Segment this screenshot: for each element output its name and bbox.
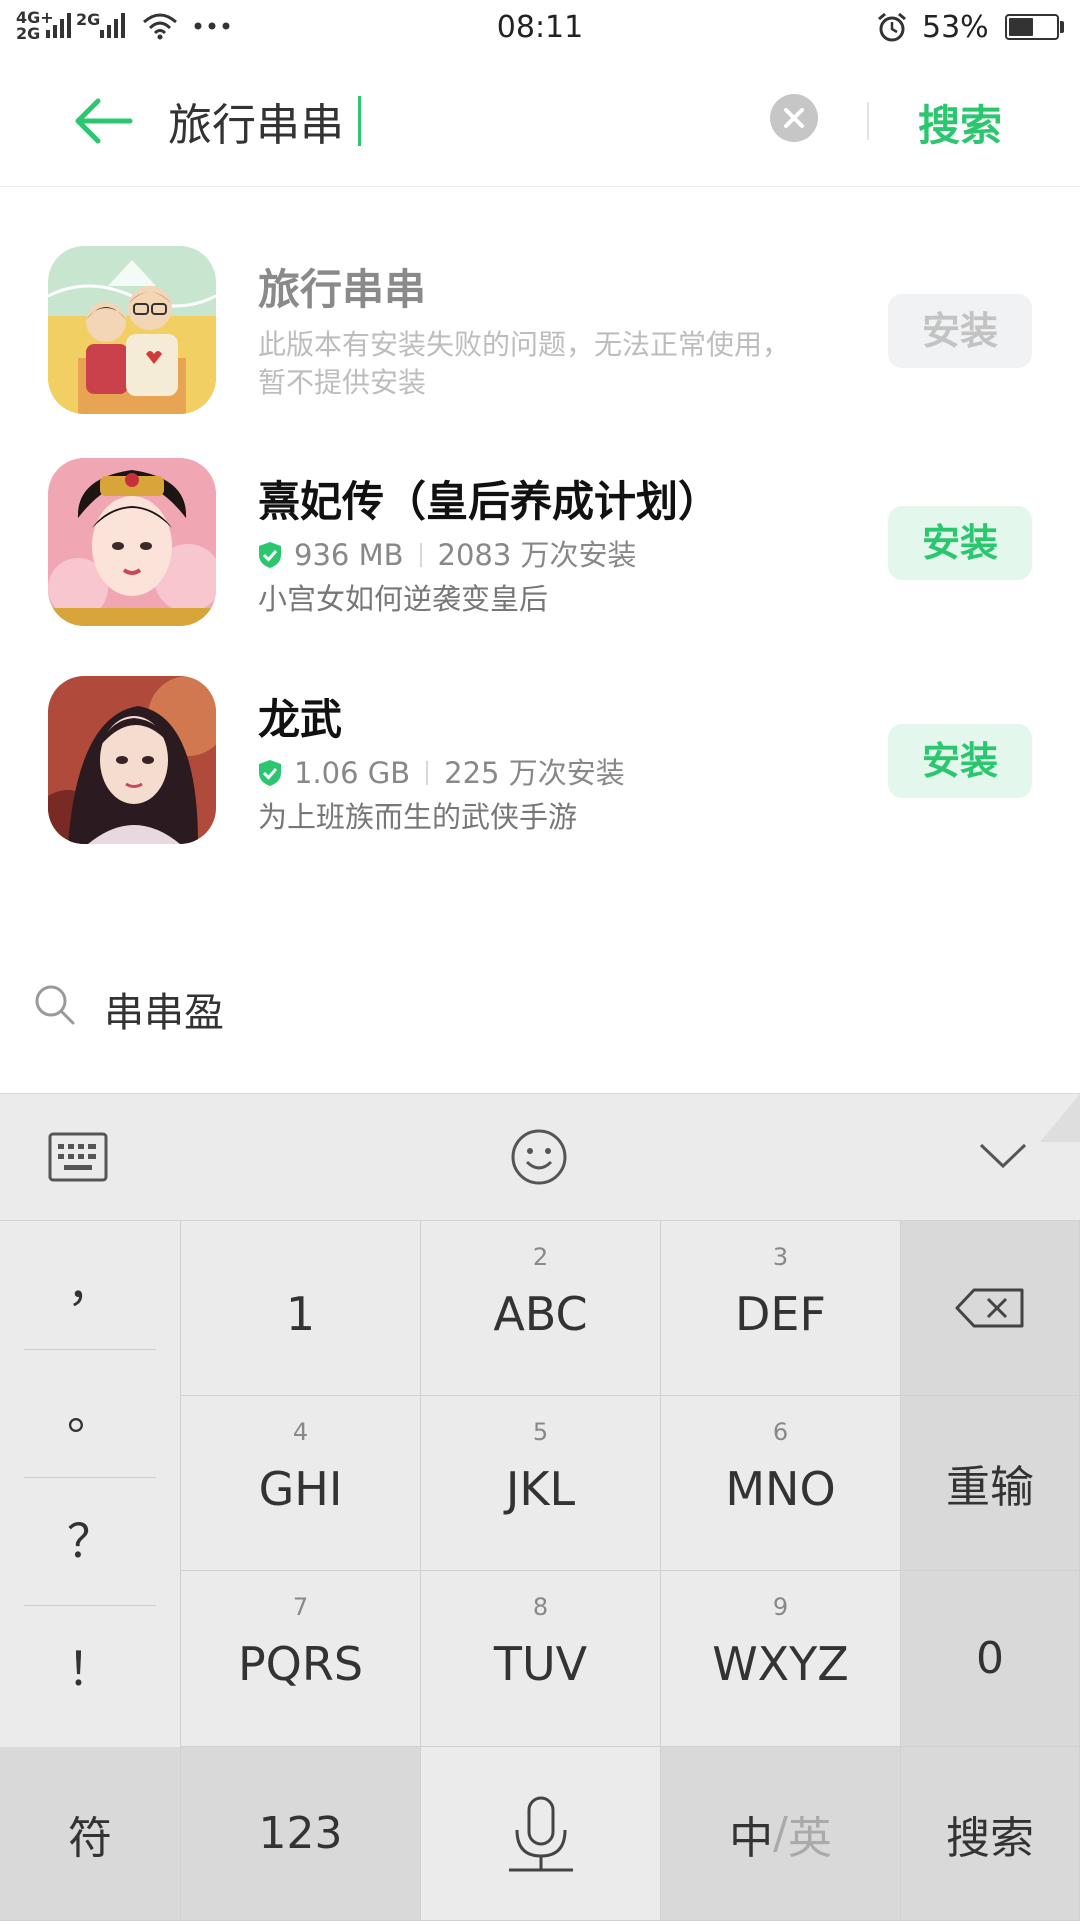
app-install-count: 225 万次安装 [444,756,625,790]
battery-icon [1005,14,1059,40]
app-size: 936 MB [294,538,404,572]
back-button[interactable] [70,96,140,146]
clear-button[interactable] [770,94,818,142]
keyboard-icon [48,1132,108,1182]
emoji-icon [511,1129,567,1185]
app-description: 小宫女如何逆袭变皇后 [258,582,549,616]
meta-separator [419,543,422,567]
search-icon [35,985,75,1025]
key-period[interactable]: 。 [0,1349,180,1477]
search-header: 搜索 [0,56,1080,187]
backspace-icon [955,1288,1024,1328]
key-mno[interactable]: 6 MNO [661,1396,901,1571]
key-jkl[interactable]: 5 JKL [421,1396,661,1571]
lang-en: 英 [787,1812,832,1864]
arrow-left-icon [75,98,133,144]
microphone-icon [508,1796,573,1871]
key-def[interactable]: 3 DEF [661,1221,901,1396]
ime-logo-icon [1040,1094,1080,1142]
app-row-travel[interactable]: 旅行串串 此版本有安装失败的问题，无法正常使用，暂不提供安装 安装 [0,246,1080,456]
key-comma[interactable]: ， [0,1221,180,1349]
battery-percentage: 53% [922,10,989,45]
search-input[interactable] [168,88,748,154]
key-0[interactable]: 0 [901,1571,1080,1747]
install-button-disabled: 安装 [888,294,1032,368]
key-tuv[interactable]: 8 TUV [421,1571,661,1747]
keyboard-search-key[interactable]: 搜索 [901,1747,1080,1921]
chevron-down-icon [979,1143,1027,1169]
app-install-count: 2083 万次安装 [437,538,637,572]
app-description: 为上班族而生的武侠手游 [258,800,578,834]
meta-separator [426,761,429,785]
reenter-key[interactable]: 重输 [901,1396,1080,1571]
divider [867,102,869,140]
app-row-xifei[interactable]: 熹妃传（皇后养成计划） 936 MB 2083 万次安装 小宫女如何逆袭变皇后 安… [0,458,1080,668]
key-pqrs[interactable]: 7 PQRS [181,1571,421,1747]
key-exclamation[interactable]: ！ [0,1605,180,1733]
numbers-key[interactable]: 123 [181,1747,421,1921]
key-wxyz[interactable]: 9 WXYZ [661,1571,901,1747]
keyboard-switch-button[interactable] [48,1132,108,1186]
app-title: 旅行串串 [258,265,427,314]
status-bar: 4G+ 2G 2G 08:11 53% [0,0,1080,56]
key-question[interactable]: ？ [0,1477,180,1605]
app-meta: 936 MB 2083 万次安装 [258,532,637,574]
key-1[interactable]: 1 [181,1221,421,1396]
lang-zh: 中 [729,1812,774,1864]
close-icon [784,108,804,128]
hide-keyboard-button[interactable] [978,1140,1028,1174]
search-button[interactable]: 搜索 [918,92,1002,153]
keyboard: ， 。 ？ ！ 1 2 ABC 3 DEF 4 GHI 5 JKL 6 MNO … [0,1093,1080,1921]
install-button[interactable]: 安装 [888,506,1032,580]
clock: 08:11 [496,10,584,45]
lang-separator: / [773,1808,788,1859]
app-icon-xifei [48,458,216,626]
key-ghi[interactable]: 4 GHI [181,1396,421,1571]
battery-tip [1060,21,1064,33]
app-meta: 1.06 GB 225 万次安装 [258,750,625,792]
key-abc[interactable]: 2 ABC [421,1221,661,1396]
backspace-key[interactable] [901,1221,1080,1396]
punctuation-column: ， 。 ？ ！ [0,1221,181,1747]
app-unavailable-notice: 此版本有安装失败的问题，无法正常使用，暂不提供安装 [258,328,791,399]
voice-key[interactable] [421,1747,661,1921]
app-size: 1.06 GB [294,756,411,790]
alarm-icon [878,12,906,42]
install-button[interactable]: 安装 [888,724,1032,798]
symbols-key[interactable]: 符 [0,1747,181,1921]
keyboard-toolbar [0,1094,1080,1221]
search-suggestion[interactable]: 串串盈 [0,968,1080,1042]
suggestion-text: 串串盈 [104,990,224,1036]
app-title: 龙武 [258,695,343,744]
emoji-button[interactable] [510,1128,568,1190]
battery-level [1009,18,1033,36]
app-icon-travel [48,246,216,414]
text-caret [358,96,361,146]
app-row-longwu[interactable]: 龙武 1.06 GB 225 万次安装 为上班族而生的武侠手游 安装 [0,676,1080,886]
app-title: 熹妃传（皇后养成计划） [258,477,721,526]
verified-shield-icon [259,542,281,568]
app-icon-longwu [48,676,216,844]
verified-shield-icon [259,760,281,786]
language-toggle-key[interactable]: 中 / 英 [661,1747,901,1921]
